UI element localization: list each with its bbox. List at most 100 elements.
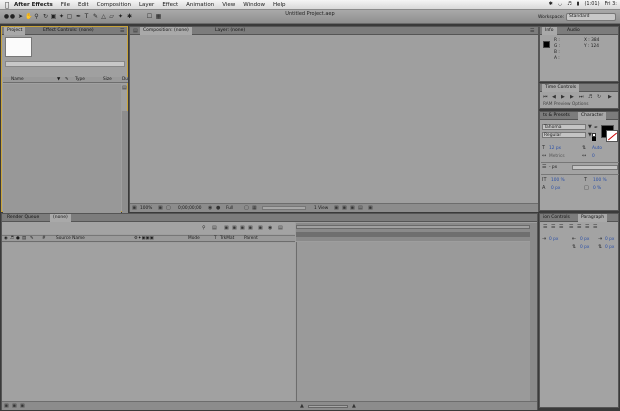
video-switch-icon[interactable]: ◉ bbox=[4, 236, 8, 242]
loop-icon[interactable]: ↻ bbox=[597, 94, 601, 100]
tab-layer[interactable]: Layer: (none) bbox=[212, 27, 248, 35]
flowchart-icon[interactable]: ▤ bbox=[122, 85, 127, 91]
tab-motion-controls[interactable]: ion Controls bbox=[540, 214, 573, 222]
column-t[interactable]: T bbox=[214, 236, 217, 242]
font-style-select[interactable]: Regular bbox=[542, 132, 586, 138]
roto-brush-tool-icon[interactable]: ✦ bbox=[117, 13, 124, 21]
label-column-icon[interactable]: ✎ bbox=[30, 236, 34, 242]
menu-app-name[interactable]: After Effects bbox=[14, 2, 53, 8]
3d-view-select[interactable] bbox=[262, 206, 306, 210]
next-frame-icon[interactable]: ▶ bbox=[570, 94, 574, 100]
justify-right-icon[interactable]: ☰ bbox=[585, 224, 589, 230]
safe-zones-icon[interactable]: ▣ bbox=[158, 205, 163, 211]
tab-effects-presets[interactable]: ts & Presets bbox=[540, 112, 573, 120]
timeline-icon[interactable]: ▣ bbox=[350, 205, 355, 211]
menu-view[interactable]: View bbox=[222, 2, 235, 8]
auto-keyframe-icon[interactable]: ◉ bbox=[268, 225, 272, 231]
timeline-layer-list[interactable] bbox=[2, 243, 295, 401]
region-of-interest-icon[interactable]: ▢ bbox=[244, 205, 249, 211]
ram-preview-icon[interactable]: ▶ bbox=[608, 94, 612, 100]
pen-tool-icon[interactable]: ✒ bbox=[75, 13, 82, 21]
rotation-tool-icon[interactable]: ↻ bbox=[42, 13, 49, 21]
bluetooth-icon[interactable]: ✱ bbox=[549, 1, 553, 7]
camera-tool-icon[interactable]: ▣ bbox=[50, 13, 57, 21]
baseline-shift-value[interactable]: 0 px bbox=[551, 186, 560, 191]
tab-render-queue[interactable]: Render Queue bbox=[4, 214, 42, 222]
resolution-select[interactable]: Full bbox=[226, 206, 233, 211]
mask-visibility-icon[interactable]: ▢ bbox=[166, 205, 171, 211]
menu-window[interactable]: Window bbox=[243, 2, 265, 8]
vertical-scale-value[interactable]: 100 % bbox=[551, 178, 565, 183]
panel-menu-icon[interactable]: ☰ bbox=[120, 28, 124, 34]
audio-switch-icon[interactable]: ♬ bbox=[10, 236, 14, 242]
always-preview-icon[interactable]: ▣ bbox=[132, 205, 137, 211]
column-layer-number[interactable]: # bbox=[42, 236, 46, 242]
time-ruler[interactable] bbox=[296, 223, 530, 241]
zoom-in-icon[interactable]: ▲ bbox=[352, 403, 356, 409]
tracking-value[interactable]: 0 bbox=[592, 154, 595, 159]
zoom-tool-icon[interactable]: ⚲ bbox=[33, 13, 40, 21]
volume-icon[interactable]: ♬ bbox=[567, 1, 571, 7]
tab-composition[interactable]: Composition: (none) bbox=[140, 27, 192, 35]
battery-icon[interactable]: ▮ bbox=[577, 1, 580, 7]
tab-info[interactable]: Info bbox=[542, 27, 557, 35]
brush-tool-icon[interactable]: ✎ bbox=[92, 13, 99, 21]
menu-help[interactable]: Help bbox=[273, 2, 286, 8]
timeline-track-area[interactable] bbox=[296, 242, 530, 410]
fast-previews-icon[interactable]: ▣ bbox=[342, 205, 347, 211]
play-icon[interactable]: ▶ bbox=[561, 94, 565, 100]
sort-icon[interactable]: ▼ bbox=[57, 77, 60, 83]
draft-3d-icon[interactable]: ▣ bbox=[224, 225, 229, 231]
transparency-grid-icon[interactable]: ▦ bbox=[252, 205, 257, 211]
tab-time-controls[interactable]: Time Controls bbox=[542, 84, 580, 92]
horizontal-scale-value[interactable]: 100 % bbox=[593, 178, 607, 183]
current-time-display[interactable]: 0;00;00;00 bbox=[178, 206, 201, 211]
expand-modes-icon[interactable]: ▣ bbox=[12, 403, 17, 409]
mask-tool-icon[interactable]: ▢ bbox=[66, 13, 73, 21]
eyedropper-icon[interactable]: ✒ bbox=[594, 125, 598, 131]
motion-blur-icon[interactable]: ▣ bbox=[248, 225, 253, 231]
column-type[interactable]: Type bbox=[75, 77, 85, 83]
lock-column-icon[interactable]: ▤ bbox=[22, 236, 26, 242]
font-family-select[interactable]: Tahoma bbox=[542, 124, 586, 130]
snapshot-icon[interactable]: ◉ bbox=[208, 205, 212, 211]
menu-composition[interactable]: Composition bbox=[97, 2, 131, 8]
snapping-checkbox-icon[interactable]: ☐ bbox=[146, 13, 153, 21]
tsume-value[interactable]: 0 % bbox=[593, 186, 601, 191]
indent-left-value[interactable]: 0 px bbox=[549, 237, 558, 242]
stroke-order-select[interactable] bbox=[572, 165, 618, 170]
work-area-bar[interactable] bbox=[296, 232, 530, 237]
first-frame-icon[interactable]: ⏮ bbox=[543, 94, 548, 100]
expand-in-out-icon[interactable]: ▣ bbox=[20, 403, 25, 409]
ram-preview-options[interactable]: RAM Preview Options bbox=[543, 102, 589, 107]
menu-file[interactable]: File bbox=[61, 2, 70, 8]
previous-frame-icon[interactable]: ◀ bbox=[552, 94, 556, 100]
graph-editor-icon[interactable]: ▤ bbox=[278, 225, 283, 231]
toggle-pixel-aspect-icon[interactable]: ▣ bbox=[334, 205, 339, 211]
stroke-width-value[interactable]: - px bbox=[549, 165, 557, 170]
lock-icon[interactable]: ▤ bbox=[133, 28, 138, 34]
space-before-value[interactable]: 0 px bbox=[580, 245, 589, 250]
eraser-tool-icon[interactable]: ▱ bbox=[108, 13, 115, 21]
align-center-icon[interactable]: ☰ bbox=[551, 224, 555, 230]
black-swatch[interactable] bbox=[592, 137, 596, 141]
align-icon[interactable]: ▦ bbox=[155, 13, 162, 21]
column-name[interactable]: Name bbox=[11, 77, 24, 83]
expand-switches-icon[interactable]: ▣ bbox=[4, 403, 9, 409]
menu-animation[interactable]: Animation bbox=[186, 2, 214, 8]
wifi-icon[interactable]: ◡ bbox=[558, 1, 562, 7]
pan-behind-tool-icon[interactable]: ✦ bbox=[58, 13, 65, 21]
workspace-select[interactable]: Standard bbox=[566, 13, 616, 21]
align-left-icon[interactable]: ☰ bbox=[543, 224, 547, 230]
column-duration[interactable]: Du bbox=[122, 77, 128, 83]
tab-character[interactable]: Character bbox=[578, 112, 607, 120]
zoom-out-icon[interactable]: ▲ bbox=[300, 403, 304, 409]
space-after-value[interactable]: 0 px bbox=[605, 245, 614, 250]
audio-icon[interactable]: ♬ bbox=[588, 94, 592, 100]
timeline-zoom-slider[interactable] bbox=[308, 405, 348, 408]
panel-menu-icon[interactable]: ☰ bbox=[530, 28, 534, 34]
font-size-value[interactable]: 12 px bbox=[549, 146, 561, 151]
hide-shy-layers-icon[interactable]: ▣ bbox=[232, 225, 237, 231]
search-icon[interactable]: ⚲ bbox=[202, 225, 206, 231]
switches-icons[interactable]: ⚙✦▣▣▣ bbox=[134, 236, 154, 242]
